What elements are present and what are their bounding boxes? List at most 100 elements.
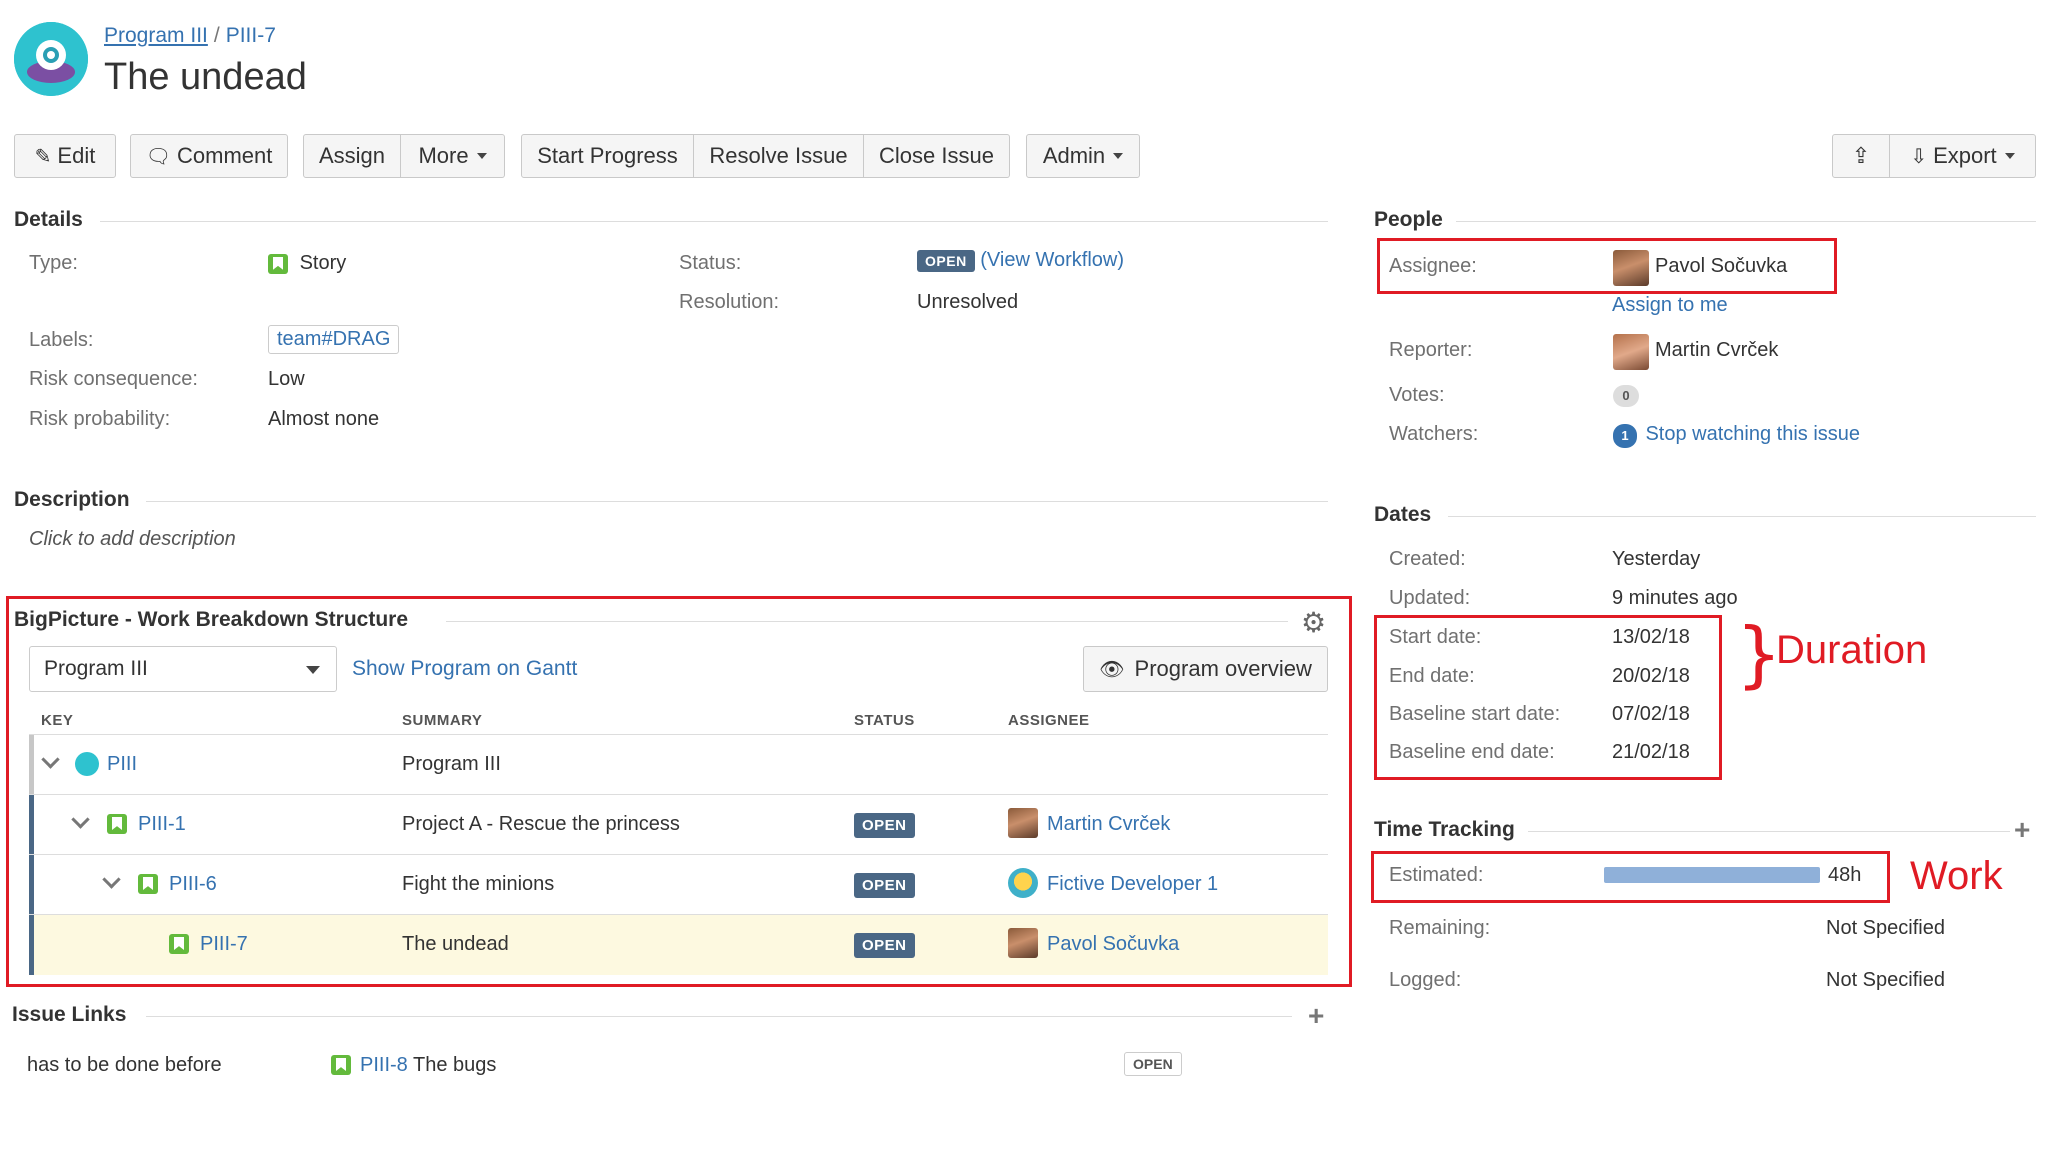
row-status: OPEN	[854, 873, 915, 898]
estimated-label: Estimated:	[1389, 864, 1484, 886]
remaining-label: Remaining:	[1389, 917, 1491, 939]
avatar	[1008, 928, 1038, 958]
story-icon	[268, 253, 288, 274]
description-placeholder[interactable]: Click to add description	[29, 528, 236, 551]
breadcrumb-issue-link[interactable]: PIII-7	[226, 24, 276, 47]
start-date-label: Start date:	[1389, 626, 1482, 648]
edit-button-label: Edit	[57, 143, 96, 168]
reporter-value[interactable]: Martin Cvrček	[1655, 339, 1778, 362]
more-dropdown[interactable]: More	[401, 134, 505, 178]
close-issue-button[interactable]: Close Issue	[864, 134, 1010, 178]
project-avatar[interactable]	[14, 22, 88, 96]
linked-issue-status: OPEN	[1124, 1052, 1182, 1076]
remaining-value: Not Specified	[1826, 917, 1945, 939]
edit-button[interactable]: ✎ Edit	[14, 134, 116, 178]
share-button[interactable]: ⇪	[1832, 134, 1890, 178]
assignee-avatar	[1613, 250, 1649, 286]
issue-links-heading: Issue Links	[12, 1003, 127, 1026]
end-date-value[interactable]: 20/02/18	[1612, 665, 1690, 688]
view-workflow-link[interactable]: View Workflow	[987, 249, 1117, 271]
votes-label: Votes:	[1389, 384, 1445, 406]
row-assignee-link[interactable]: Fictive Developer 1	[1047, 873, 1218, 896]
admin-dropdown[interactable]: Admin	[1026, 134, 1140, 178]
assign-button-label: Assign	[318, 143, 386, 168]
expand-toggle[interactable]	[41, 750, 60, 771]
add-link-icon[interactable]: +	[1308, 1000, 1324, 1032]
start-date-value[interactable]: 13/02/18	[1612, 626, 1690, 649]
stop-watching-link[interactable]: Stop watching this issue	[1645, 423, 1860, 445]
risk-probability-label: Risk probability:	[29, 408, 171, 430]
votes-value[interactable]: 0	[1613, 385, 1639, 407]
updated-value: 9 minutes ago	[1612, 587, 1738, 609]
comment-icon: 🗨	[145, 145, 172, 168]
program-select[interactable]: Program III	[29, 646, 337, 692]
baseline-start-value[interactable]: 07/02/18	[1612, 703, 1690, 726]
row-assignee-link[interactable]: Martin Cvrček	[1047, 813, 1170, 836]
col-status[interactable]: STATUS	[854, 712, 915, 729]
chevron-down-icon	[102, 870, 121, 889]
risk-consequence-label: Risk consequence:	[29, 368, 198, 390]
row-status: OPEN	[854, 933, 915, 958]
table-row[interactable]	[29, 735, 1328, 795]
status-badge: OPEN	[854, 873, 915, 898]
brace-annotation: }	[1736, 612, 1782, 696]
status-badge: OPEN	[854, 933, 915, 958]
dates-heading: Dates	[1374, 503, 1432, 526]
start-progress-button[interactable]: Start Progress	[521, 134, 694, 178]
status-badge: OPEN	[854, 813, 915, 838]
add-time-icon[interactable]: +	[2014, 814, 2030, 846]
type-label: Type:	[29, 252, 78, 274]
updated-label: Updated:	[1389, 587, 1471, 609]
breadcrumb-project-link[interactable]: Program III	[104, 24, 208, 47]
assign-to-me-link[interactable]: Assign to me	[1612, 294, 1728, 317]
row-key-link[interactable]: PIII-6	[169, 873, 217, 896]
linked-issue-summary[interactable]: The bugs	[413, 1054, 496, 1076]
linked-issue-key[interactable]: PIII-8	[360, 1054, 408, 1076]
expand-toggle[interactable]	[102, 870, 121, 891]
details-divider	[100, 221, 1328, 222]
row-summary: The undead	[402, 933, 509, 955]
export-dropdown-label: Export	[1933, 143, 1997, 168]
page-title: The undead	[104, 56, 307, 98]
view-workflow-wrapper: (View Workflow)	[980, 249, 1125, 271]
duration-annotation: Duration	[1776, 628, 1928, 672]
row-key-link[interactable]: PIII-1	[138, 813, 186, 836]
gear-icon[interactable]: ⚙	[1301, 606, 1326, 639]
row-assignee-avatar	[1008, 868, 1038, 898]
linked-issue[interactable]: PIII-8 The bugs	[360, 1054, 496, 1077]
comment-button[interactable]: 🗨 Comment	[130, 134, 288, 178]
people-divider	[1456, 221, 2036, 222]
chevron-down-icon	[2004, 153, 2015, 159]
col-summary[interactable]: SUMMARY	[402, 712, 482, 729]
show-gantt-link[interactable]: Show Program on Gantt	[352, 657, 577, 681]
details-heading: Details	[14, 208, 83, 231]
story-icon-wrap	[138, 874, 158, 894]
label-chip[interactable]: team#DRAG	[268, 325, 400, 354]
watchers-label: Watchers:	[1389, 423, 1479, 445]
risk-consequence-value[interactable]: Low	[268, 368, 305, 391]
row-summary: Fight the minions	[402, 873, 555, 895]
program-overview-label: Program overview	[1134, 656, 1312, 681]
program-icon	[75, 752, 99, 776]
expand-toggle[interactable]	[71, 810, 90, 831]
chevron-down-icon	[71, 810, 90, 829]
chevron-down-icon	[476, 153, 487, 159]
risk-probability-value[interactable]: Almost none	[268, 408, 379, 431]
assignee-value[interactable]: Pavol Sočuvka	[1655, 255, 1787, 278]
estimated-progress-bar	[1604, 867, 1820, 883]
row-assignee-avatar	[1008, 808, 1038, 838]
row-key-link[interactable]: PIII-7	[200, 933, 248, 956]
watchers-count-badge: 1	[1613, 424, 1637, 448]
program-overview-button[interactable]: 👁 Program overview	[1083, 646, 1328, 692]
issue-links-divider	[146, 1016, 1292, 1017]
time-tracking-divider	[1528, 831, 2010, 832]
row-key-link[interactable]: PIII	[107, 753, 137, 776]
baseline-end-label: Baseline end date:	[1389, 741, 1555, 763]
col-key[interactable]: KEY	[41, 712, 73, 729]
assign-button[interactable]: Assign	[303, 134, 401, 178]
resolve-issue-button[interactable]: Resolve Issue	[694, 134, 864, 178]
baseline-end-value[interactable]: 21/02/18	[1612, 741, 1690, 764]
col-assignee[interactable]: ASSIGNEE	[1008, 712, 1090, 729]
row-assignee-link[interactable]: Pavol Sočuvka	[1047, 933, 1179, 956]
export-dropdown[interactable]: ⇩ Export	[1890, 134, 2036, 178]
